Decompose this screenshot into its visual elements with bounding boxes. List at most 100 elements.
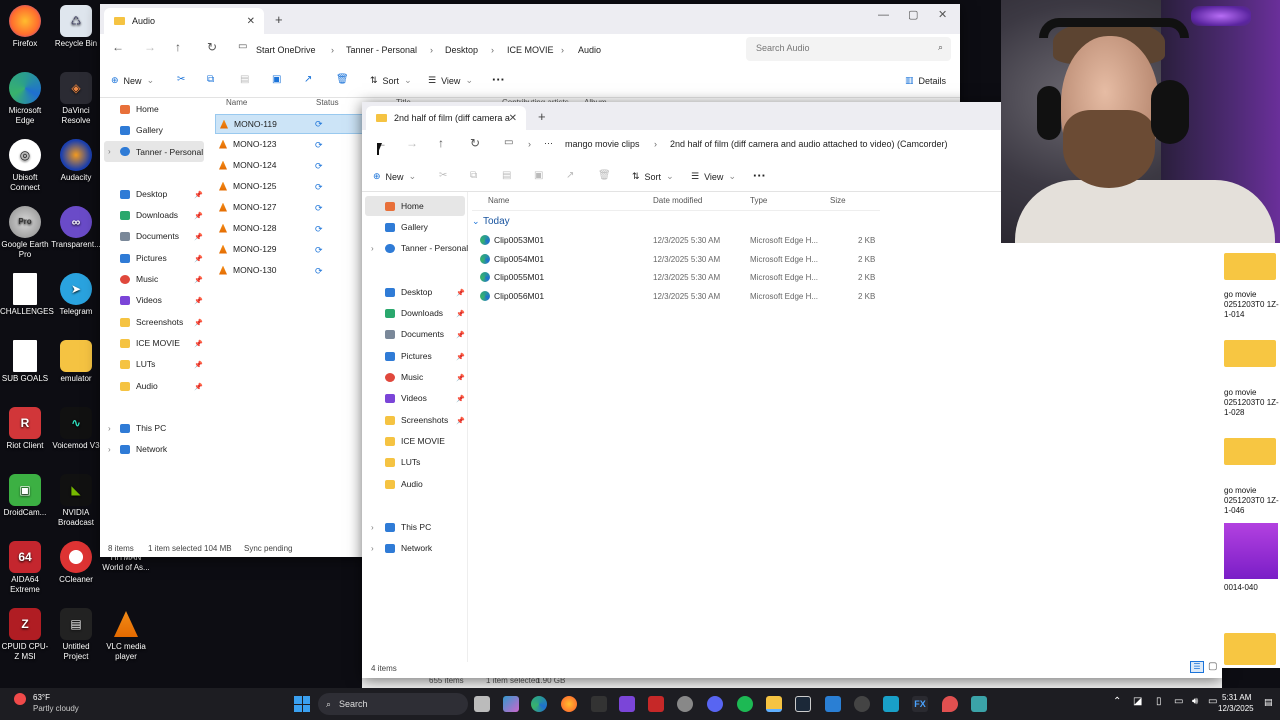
- breadcrumb-item[interactable]: Audio: [578, 45, 601, 55]
- close-window-button[interactable]: ✕: [938, 8, 947, 21]
- breadcrumb-item[interactable]: 2nd half of film (diff camera and audio …: [670, 139, 947, 149]
- file-row[interactable]: Clip0053M01: [480, 235, 544, 245]
- desktop-icon-challenges[interactable]: CHALLENGES: [0, 273, 54, 317]
- nav-network[interactable]: Network: [120, 444, 167, 454]
- clock-time[interactable]: 5:31 AM: [1222, 693, 1251, 702]
- close-tab-icon[interactable]: ✕: [247, 16, 255, 27]
- music-taskbar-icon[interactable]: [677, 696, 693, 712]
- desktop-icon-ccleaner[interactable]: CCleaner: [51, 541, 101, 585]
- column-header-status[interactable]: Status: [316, 98, 339, 107]
- nav-music[interactable]: Music: [120, 274, 158, 284]
- share-icon[interactable]: ↗: [304, 74, 312, 85]
- new-tab-button[interactable]: +: [275, 12, 283, 27]
- app-taskbar-icon[interactable]: [825, 696, 841, 712]
- clock-date[interactable]: 12/3/2025: [1218, 704, 1254, 713]
- column-header-size[interactable]: Size: [830, 196, 846, 205]
- breadcrumb-item[interactable]: Desktop: [445, 45, 478, 55]
- nav-home[interactable]: Home: [120, 104, 159, 114]
- file-row[interactable]: MONO-124: [219, 160, 276, 170]
- copy-icon[interactable]: ⧉: [470, 170, 477, 181]
- nav-pictures[interactable]: Pictures: [120, 253, 167, 263]
- nav-luts[interactable]: LUTs: [120, 359, 155, 369]
- app-taskbar-icon[interactable]: [854, 696, 870, 712]
- tray-mic-icon[interactable]: ▯: [1156, 696, 1162, 707]
- tab-2nd-half[interactable]: 2nd half of film (diff camera a ✕: [366, 106, 526, 130]
- desktop-icon-cpuz[interactable]: Z CPUID CPU-Z MSI: [0, 608, 50, 662]
- maps-taskbar-icon[interactable]: [942, 696, 958, 712]
- breadcrumb-overflow[interactable]: ···: [544, 138, 553, 148]
- desktop-icon-google-earth[interactable]: Pro Google Earth Pro: [0, 206, 50, 260]
- taskbar-search[interactable]: ⌕ Search: [318, 693, 468, 715]
- nav-screenshots[interactable]: Screenshots: [120, 317, 183, 327]
- network-tray-icon[interactable]: ▭: [1174, 696, 1183, 707]
- copilot-icon[interactable]: [503, 696, 519, 712]
- nav-luts[interactable]: LUTs: [385, 457, 420, 467]
- battery-icon[interactable]: ▭: [1208, 696, 1217, 707]
- column-header-type[interactable]: Type: [750, 196, 767, 205]
- nav-documents[interactable]: Documents: [120, 231, 179, 241]
- maximize-button[interactable]: ▢: [908, 8, 918, 21]
- davinci-taskbar-icon[interactable]: [591, 696, 607, 712]
- details-view-icon[interactable]: ☰: [1190, 661, 1204, 673]
- file-row[interactable]: MONO-125: [219, 181, 276, 191]
- new-button[interactable]: ⊕ New ⌄: [111, 75, 154, 86]
- desktop-icon-telegram[interactable]: ➤ Telegram: [51, 273, 101, 317]
- file-row[interactable]: Clip0054M01: [480, 254, 544, 264]
- tab-audio[interactable]: Audio ✕: [104, 8, 264, 34]
- file-row[interactable]: MONO-127: [219, 202, 276, 212]
- up-button[interactable]: ↑: [175, 40, 181, 54]
- desktop-icon-audacity[interactable]: Audacity: [51, 139, 101, 183]
- weather-temp[interactable]: 63°F: [33, 693, 50, 702]
- file-explorer-taskbar-icon[interactable]: [766, 696, 782, 712]
- sort-button[interactable]: ⇅ Sort ⌄: [632, 171, 674, 182]
- steam-taskbar-icon[interactable]: [795, 696, 811, 712]
- refresh-button[interactable]: ↻: [207, 40, 217, 54]
- file-row[interactable]: MONO-123: [219, 139, 276, 149]
- expand-chevron-icon[interactable]: ›: [371, 523, 374, 532]
- up-button[interactable]: ↑: [438, 136, 444, 150]
- rename-icon[interactable]: ▣: [272, 74, 281, 85]
- cut-icon[interactable]: ✂: [177, 74, 185, 85]
- spotify-taskbar-icon[interactable]: [737, 696, 753, 712]
- delete-icon[interactable]: 🗑: [598, 170, 611, 181]
- nav-home[interactable]: Home: [365, 196, 465, 216]
- tray-app-icon[interactable]: ◪: [1133, 696, 1142, 707]
- firefox-taskbar-icon[interactable]: [561, 696, 577, 712]
- copy-icon[interactable]: ⧉: [207, 74, 214, 85]
- nav-screenshots[interactable]: Screenshots: [385, 415, 448, 425]
- paste-icon[interactable]: ▤: [502, 170, 511, 181]
- desktop-icon-emulator[interactable]: emulator: [51, 340, 101, 384]
- search-input[interactable]: Search Audio ⌕: [746, 37, 951, 61]
- expand-chevron-icon[interactable]: ›: [108, 445, 111, 454]
- nav-desktop[interactable]: Desktop: [120, 189, 167, 199]
- desktop-icon-untitled-project[interactable]: ▤ Untitled Project: [51, 608, 101, 662]
- forward-button[interactable]: →: [406, 136, 418, 150]
- file-row[interactable]: MONO-119: [215, 114, 363, 134]
- details-button[interactable]: ▥ Details: [905, 75, 946, 86]
- minimize-button[interactable]: —: [878, 9, 889, 21]
- more-options-button[interactable]: ···: [492, 72, 505, 87]
- desktop-icon-riot[interactable]: R Riot Client: [0, 407, 50, 451]
- edge-taskbar-icon[interactable]: [531, 696, 547, 712]
- back-button[interactable]: ←: [112, 40, 124, 54]
- breadcrumb-item[interactable]: mango movie clips: [565, 139, 640, 149]
- column-header-name[interactable]: Name: [226, 98, 247, 107]
- nav-this-pc[interactable]: This PC: [385, 522, 431, 532]
- column-header-name[interactable]: Name: [488, 196, 509, 205]
- breadcrumb-item[interactable]: Start OneDrive: [256, 45, 316, 55]
- new-tab-button[interactable]: +: [538, 109, 546, 124]
- desktop-icon-davinci[interactable]: ◈ DaVinci Resolve: [51, 72, 101, 126]
- desktop-icon-voicemod[interactable]: ∿ Voicemod V3: [51, 407, 101, 451]
- column-header-date[interactable]: Date modified: [653, 196, 702, 205]
- nav-music[interactable]: Music: [385, 372, 423, 382]
- fx-taskbar-icon[interactable]: FX: [912, 696, 928, 712]
- tray-overflow-icon[interactable]: ⌃: [1113, 696, 1121, 707]
- task-view-icon[interactable]: [474, 696, 490, 712]
- app-taskbar-icon[interactable]: [648, 696, 664, 712]
- file-row[interactable]: Clip0056M01: [480, 291, 544, 301]
- share-icon[interactable]: ↗: [566, 170, 574, 181]
- more-options-button[interactable]: ···: [753, 168, 766, 183]
- discord-taskbar-icon[interactable]: [707, 696, 723, 712]
- nav-audio[interactable]: Audio: [385, 479, 423, 489]
- desktop-icon-edge[interactable]: Microsoft Edge: [0, 72, 50, 126]
